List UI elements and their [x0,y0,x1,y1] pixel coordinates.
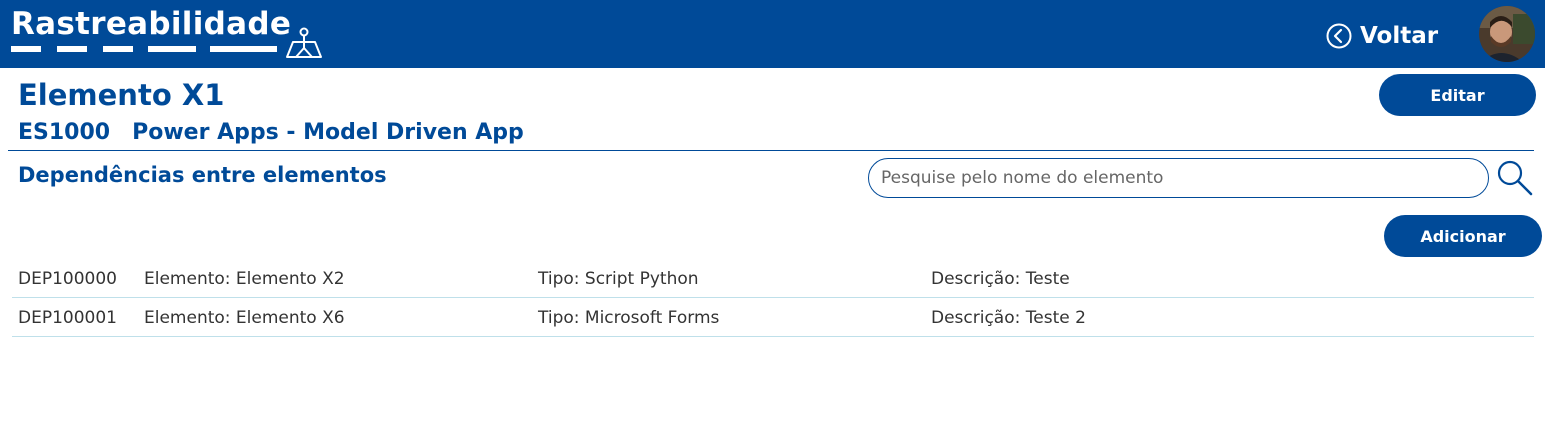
user-avatar-image [1479,6,1535,62]
dependency-type: Tipo: Script Python [538,269,699,289]
search-input[interactable] [868,158,1489,198]
search-icon[interactable] [1495,158,1533,198]
section-title: Dependências entre elementos [18,163,387,187]
table-row[interactable]: DEP100000 Elemento: Elemento X2 Tipo: Sc… [12,260,1534,298]
dependency-type: Tipo: Microsoft Forms [538,308,720,328]
dependency-element: Elemento: Elemento X2 [144,269,345,289]
element-title: Elemento X1 [18,78,225,112]
element-code: ES1000 [18,120,111,145]
map-route-icon [286,27,322,58]
app-header: Rastreabilidade Voltar [0,0,1545,68]
element-name: Power Apps - Model Driven App [132,120,524,145]
app-title: Rastreabilidade [11,6,292,42]
back-button[interactable]: Voltar [1326,20,1438,52]
dependency-table: DEP100000 Elemento: Elemento X2 Tipo: Sc… [12,260,1534,337]
chevron-left-circle-icon [1326,23,1352,49]
brand-dashes [11,46,277,52]
dependency-id: DEP100000 [18,269,117,289]
dependency-element: Elemento: Elemento X6 [144,308,345,328]
edit-button[interactable]: Editar [1379,74,1536,116]
dependency-id: DEP100001 [18,308,117,328]
table-row[interactable]: DEP100001 Elemento: Elemento X6 Tipo: Mi… [12,299,1534,337]
back-label: Voltar [1360,23,1439,49]
dependency-description: Descrição: Teste 2 [931,308,1086,328]
element-subtitle: ES1000 Power Apps - Model Driven App [18,120,524,145]
add-button[interactable]: Adicionar [1384,215,1542,257]
avatar[interactable] [1479,6,1535,62]
dependency-description: Descrição: Teste [931,269,1070,289]
header-divider [8,150,1534,151]
